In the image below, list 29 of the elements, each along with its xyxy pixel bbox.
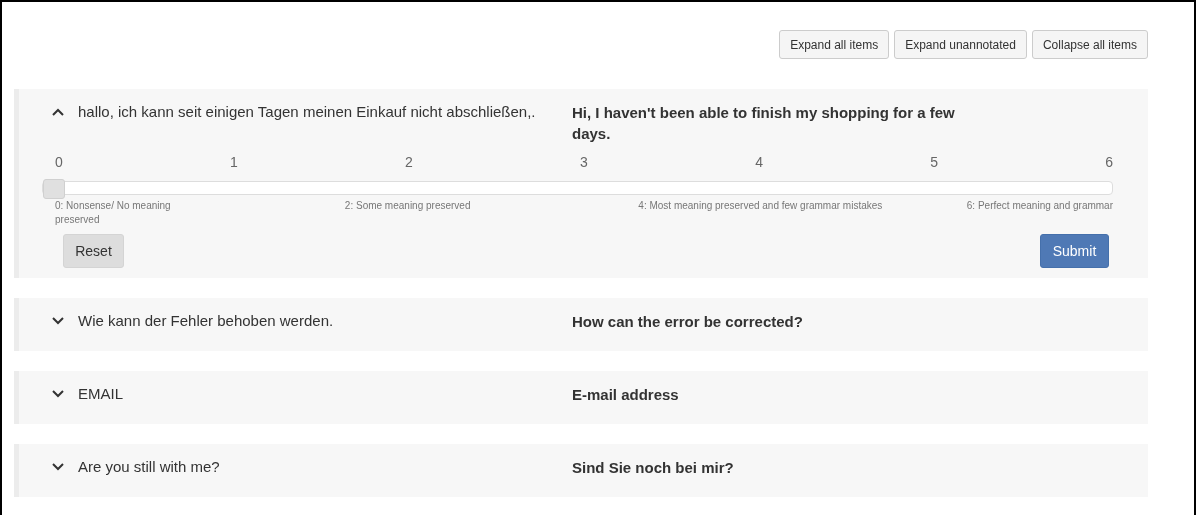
source-text: EMAIL	[78, 384, 123, 404]
scale-number: 4	[755, 154, 763, 170]
chevron-icon[interactable]	[52, 108, 64, 116]
reset-button[interactable]: Reset	[63, 234, 124, 268]
scale-number: 2	[405, 154, 413, 170]
submit-button[interactable]: Submit	[1040, 234, 1109, 268]
scale-description: 6: Perfect meaning and grammar	[966, 199, 1113, 213]
chevron-icon[interactable]	[52, 317, 64, 325]
source-text: Are you still with me?	[78, 457, 220, 477]
toolbar-button[interactable]: Expand unannotated	[894, 30, 1027, 59]
source-text: Wie kann der Fehler behoben werden.	[78, 311, 334, 331]
translation-text: E-mail address	[572, 385, 680, 405]
toolbar-button[interactable]: Expand all items	[779, 30, 890, 59]
translation-text: Sind Sie noch bei mir?	[572, 458, 735, 478]
scale-number: 1	[230, 154, 238, 170]
scale-number: 6	[1105, 154, 1113, 170]
scale-number: 0	[55, 154, 63, 170]
chevron-icon[interactable]	[52, 463, 64, 471]
translation-text: Hi, I haven't been able to finish my shopping for a few days.	[572, 103, 956, 144]
translation-text: How can the error be corrected?	[572, 312, 804, 332]
chevron-icon[interactable]	[52, 390, 64, 398]
scale-description: 4: Most meaning preserved and few grammar mistakes	[638, 199, 883, 213]
slider-handle[interactable]	[43, 179, 65, 199]
scale-description: 2: Some meaning preserved	[344, 199, 471, 213]
scale-number: 3	[580, 154, 588, 170]
scale-description: 0: Nonsense/ No meaning preserved	[55, 199, 172, 227]
source-text: hallo, ich kann seit einigen Tagen meinen Einkauf nicht abschließen,.	[78, 102, 536, 122]
scale-number: 5	[930, 154, 938, 170]
toolbar-button[interactable]: Collapse all items	[1031, 30, 1148, 59]
